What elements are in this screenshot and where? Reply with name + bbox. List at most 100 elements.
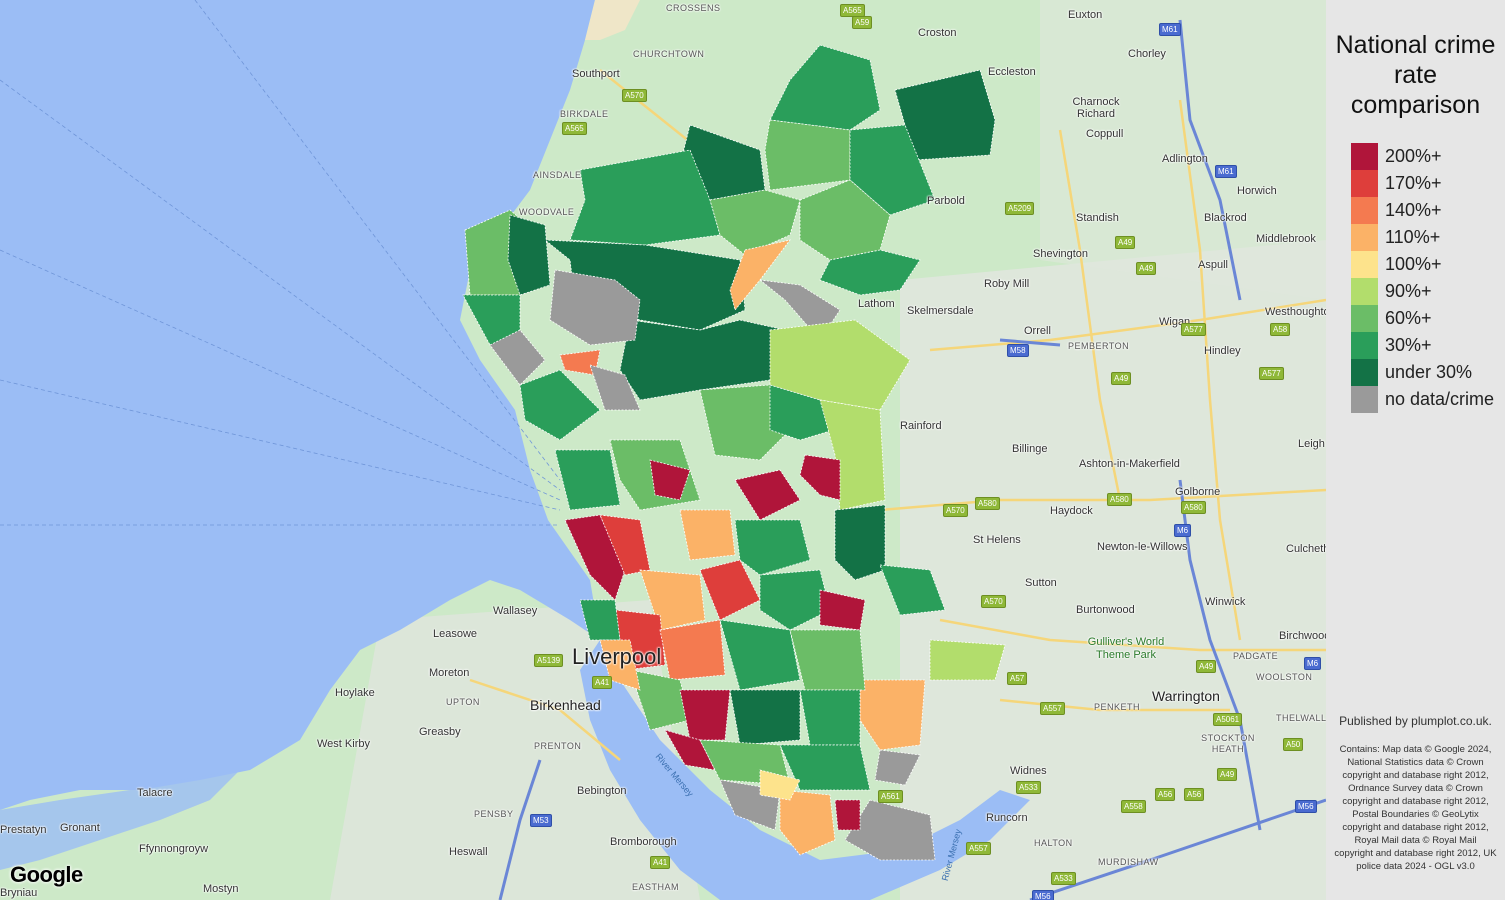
road-shield: A577 (1259, 367, 1284, 380)
place-label: Billinge (1012, 443, 1048, 455)
legend-swatch (1351, 170, 1378, 197)
place-label: Horwich (1237, 185, 1277, 197)
place-label: St Helens (973, 534, 1021, 546)
place-label: Bebington (577, 785, 627, 797)
place-label: Lathom (858, 298, 895, 310)
road-shield: A580 (1107, 493, 1132, 506)
place-label: Eccleston (988, 66, 1036, 78)
legend-swatch (1351, 305, 1378, 332)
place-label: CROSSENS (666, 3, 721, 13)
place-label: UPTON (446, 697, 480, 707)
place-label: Culcheth (1286, 543, 1326, 555)
place-label: Birchwood (1279, 630, 1326, 642)
place-label: Blackrod (1204, 212, 1247, 224)
road-shield: A56 (1155, 788, 1176, 801)
legend-swatch (1351, 332, 1378, 359)
legend-label: 30%+ (1385, 335, 1432, 355)
road-shield: M6 (1304, 657, 1322, 670)
place-label: Rainford (900, 420, 942, 432)
legend-label: 110%+ (1385, 227, 1441, 247)
place-label: WOODVALE (519, 207, 575, 217)
legend-item: under 30% (1351, 359, 1505, 386)
place-label: Liverpool (572, 644, 662, 669)
road-shield: A533 (1051, 872, 1076, 885)
legend-swatch (1351, 359, 1378, 386)
road-shield: A558 (1121, 800, 1146, 813)
road-shield: A57 (1007, 672, 1028, 685)
place-label: PENKETH (1094, 702, 1141, 712)
place-label: BIRKDALE (560, 109, 609, 119)
place-label: PRENTON (534, 741, 582, 751)
place-label: Greasby (419, 726, 461, 738)
place-label: Mostyn (203, 883, 239, 895)
place-label: Chorley (1128, 48, 1166, 60)
road-shield: A58 (1270, 323, 1291, 336)
place-label: Prestatyn (0, 824, 47, 836)
place-label: STOCKTON HEATH (1201, 733, 1255, 754)
place-label: Ashton-in-Makerfield (1079, 458, 1180, 470)
road-shield: A5209 (1005, 202, 1035, 215)
legend-label: 200%+ (1385, 146, 1442, 166)
place-label: Golborne (1175, 486, 1221, 498)
place-label: MURDISHAW (1098, 857, 1159, 867)
place-label: Standish (1076, 212, 1119, 224)
place-label: Hoylake (335, 687, 375, 699)
road-shield: A565 (562, 122, 587, 135)
road-shield: A580 (975, 497, 1000, 510)
place-label: Widnes (1010, 765, 1047, 777)
place-label: Burtonwood (1076, 604, 1135, 616)
place-label: Hindley (1204, 345, 1241, 357)
place-label: West Kirby (317, 738, 370, 750)
publisher-credit[interactable]: Published by plumplot.co.uk. (1326, 714, 1505, 728)
place-label: Charnock Richard (1072, 96, 1120, 120)
legend-label: 140%+ (1385, 200, 1442, 220)
place-label: Ffynnongroyw (139, 843, 209, 855)
place-label: WOOLSTON (1256, 672, 1313, 682)
crime-rate-map[interactable]: CROSSENS Euxton Croston CHURCHTOWN Chorl… (0, 0, 1326, 900)
legend-label: 90%+ (1385, 281, 1432, 301)
road-shield: M6 (1174, 524, 1192, 537)
place-label: Wallasey (493, 605, 538, 617)
road-shield: M56 (1032, 890, 1054, 900)
place-label: Middlebrook (1256, 233, 1316, 245)
road-shield: A49 (1196, 660, 1217, 673)
place-label: THELWALL (1276, 713, 1326, 723)
legend-swatch (1351, 386, 1378, 413)
legend-item: 110%+ (1351, 224, 1505, 251)
road-shield: A50 (1283, 738, 1304, 751)
road-shield: A5061 (1213, 713, 1243, 726)
google-logo: Google (10, 862, 83, 888)
place-label: Bromborough (610, 836, 677, 848)
attribution-text: Contains: Map data © Google 2024, Nation… (1334, 744, 1497, 872)
place-label: PADGATE (1233, 651, 1279, 661)
legend-swatch (1351, 224, 1378, 251)
place-label: CHURCHTOWN (633, 49, 705, 59)
legend-item: 140%+ (1351, 197, 1505, 224)
place-label: PEMBERTON (1068, 341, 1130, 351)
road-shield: A41 (592, 676, 613, 689)
road-shield: M61 (1215, 165, 1237, 178)
road-shield: M53 (530, 814, 552, 827)
legend-item: 100%+ (1351, 251, 1505, 278)
place-label: Adlington (1162, 153, 1208, 165)
road-shield: A570 (943, 504, 968, 517)
road-shield: A570 (981, 595, 1006, 608)
legend-panel: National crime rate comparison 200%+ 170… (1326, 0, 1505, 900)
place-label: Bryniau (0, 887, 38, 899)
place-label: Winwick (1205, 596, 1246, 608)
place-label: Shevington (1033, 248, 1089, 260)
poi-gullivers-world[interactable]: Gulliver's World Theme Park (1085, 636, 1167, 662)
legend-title: National crime rate comparison (1335, 31, 1496, 119)
legend-label: 100%+ (1385, 254, 1442, 274)
road-shield: M56 (1295, 800, 1317, 813)
place-label: Warrington (1152, 688, 1220, 704)
road-shield: A557 (966, 842, 991, 855)
road-shield: A56 (1184, 788, 1205, 801)
place-label: Heswall (449, 846, 488, 858)
legend-label: 60%+ (1385, 308, 1432, 328)
place-label: Sutton (1025, 577, 1057, 589)
road-shield: A49 (1217, 768, 1238, 781)
legend-label: no data/crime (1385, 389, 1495, 409)
place-label: Aspull (1198, 259, 1228, 271)
road-shield: M58 (1007, 344, 1029, 357)
